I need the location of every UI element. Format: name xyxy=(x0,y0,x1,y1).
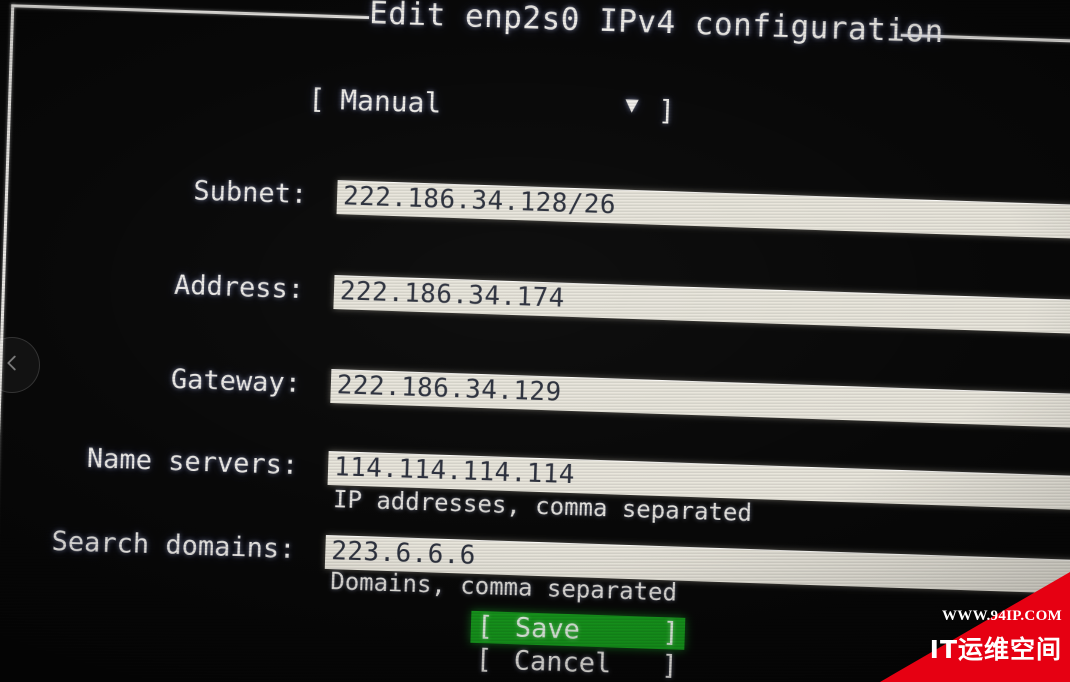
subnet-value: 222.186.34.128/26 xyxy=(342,181,617,221)
monitor-photo: Edit enp2s0 IPv4 configuration IPv4 Meth… xyxy=(0,0,1070,682)
watermark-name: IT运维空间 xyxy=(929,635,1062,664)
watermark-url: WWW.94IP.COM xyxy=(941,608,1062,624)
subnet-label: Subnet: xyxy=(192,175,308,211)
cancel-button[interactable]: [ Cancel ] xyxy=(469,644,684,682)
chevron-left-icon xyxy=(1,352,23,378)
subnet-input[interactable]: 222.186.34.128/26 xyxy=(336,180,1070,240)
subnet-row[interactable]: Subnet: 222.186.34.128/26 xyxy=(0,168,1070,246)
method-selected-value[interactable]: Manual xyxy=(340,83,442,119)
ipv4-method-row[interactable]: IPv4 Method: [ Manual ▼ ] xyxy=(0,71,1070,149)
gateway-input[interactable]: 222.186.34.129 xyxy=(330,369,1070,429)
dialog-title: Edit enp2s0 IPv4 configuration xyxy=(368,0,945,51)
address-input[interactable]: 222.186.34.174 xyxy=(333,275,1070,335)
search-domains-value: 223.6.6.6 xyxy=(330,536,477,571)
name-servers-value: 114.114.114.114 xyxy=(333,452,576,491)
address-label: Address: xyxy=(173,269,305,306)
dialog-border-top-left xyxy=(11,4,370,20)
cancel-button-label: Cancel xyxy=(513,645,612,680)
gateway-row[interactable]: Gateway: 222.186.34.129 xyxy=(0,357,1070,435)
chevron-down-icon[interactable]: ▼ xyxy=(625,93,639,118)
cancel-bracket-close: ] xyxy=(660,650,679,682)
cancel-bracket-open: [ xyxy=(475,643,493,676)
gateway-label: Gateway: xyxy=(170,363,302,400)
address-value: 222.186.34.174 xyxy=(339,276,566,314)
save-bracket-open: [ xyxy=(476,611,494,643)
method-bracket-close: ] xyxy=(657,93,676,128)
save-bracket-close: ] xyxy=(662,617,680,649)
name-servers-label: Name servers: xyxy=(86,442,299,481)
address-row[interactable]: Address: 222.186.34.174 xyxy=(0,263,1070,341)
ipv4-method-label: IPv4 Method: xyxy=(0,61,321,113)
gateway-value: 222.186.34.129 xyxy=(336,370,562,408)
save-button-label: Save xyxy=(514,612,581,646)
search-domains-label: Search domains: xyxy=(51,525,296,565)
watermark: WWW.94IP.COM IT运维空间 xyxy=(880,572,1070,682)
method-bracket-open: [ xyxy=(307,82,326,116)
